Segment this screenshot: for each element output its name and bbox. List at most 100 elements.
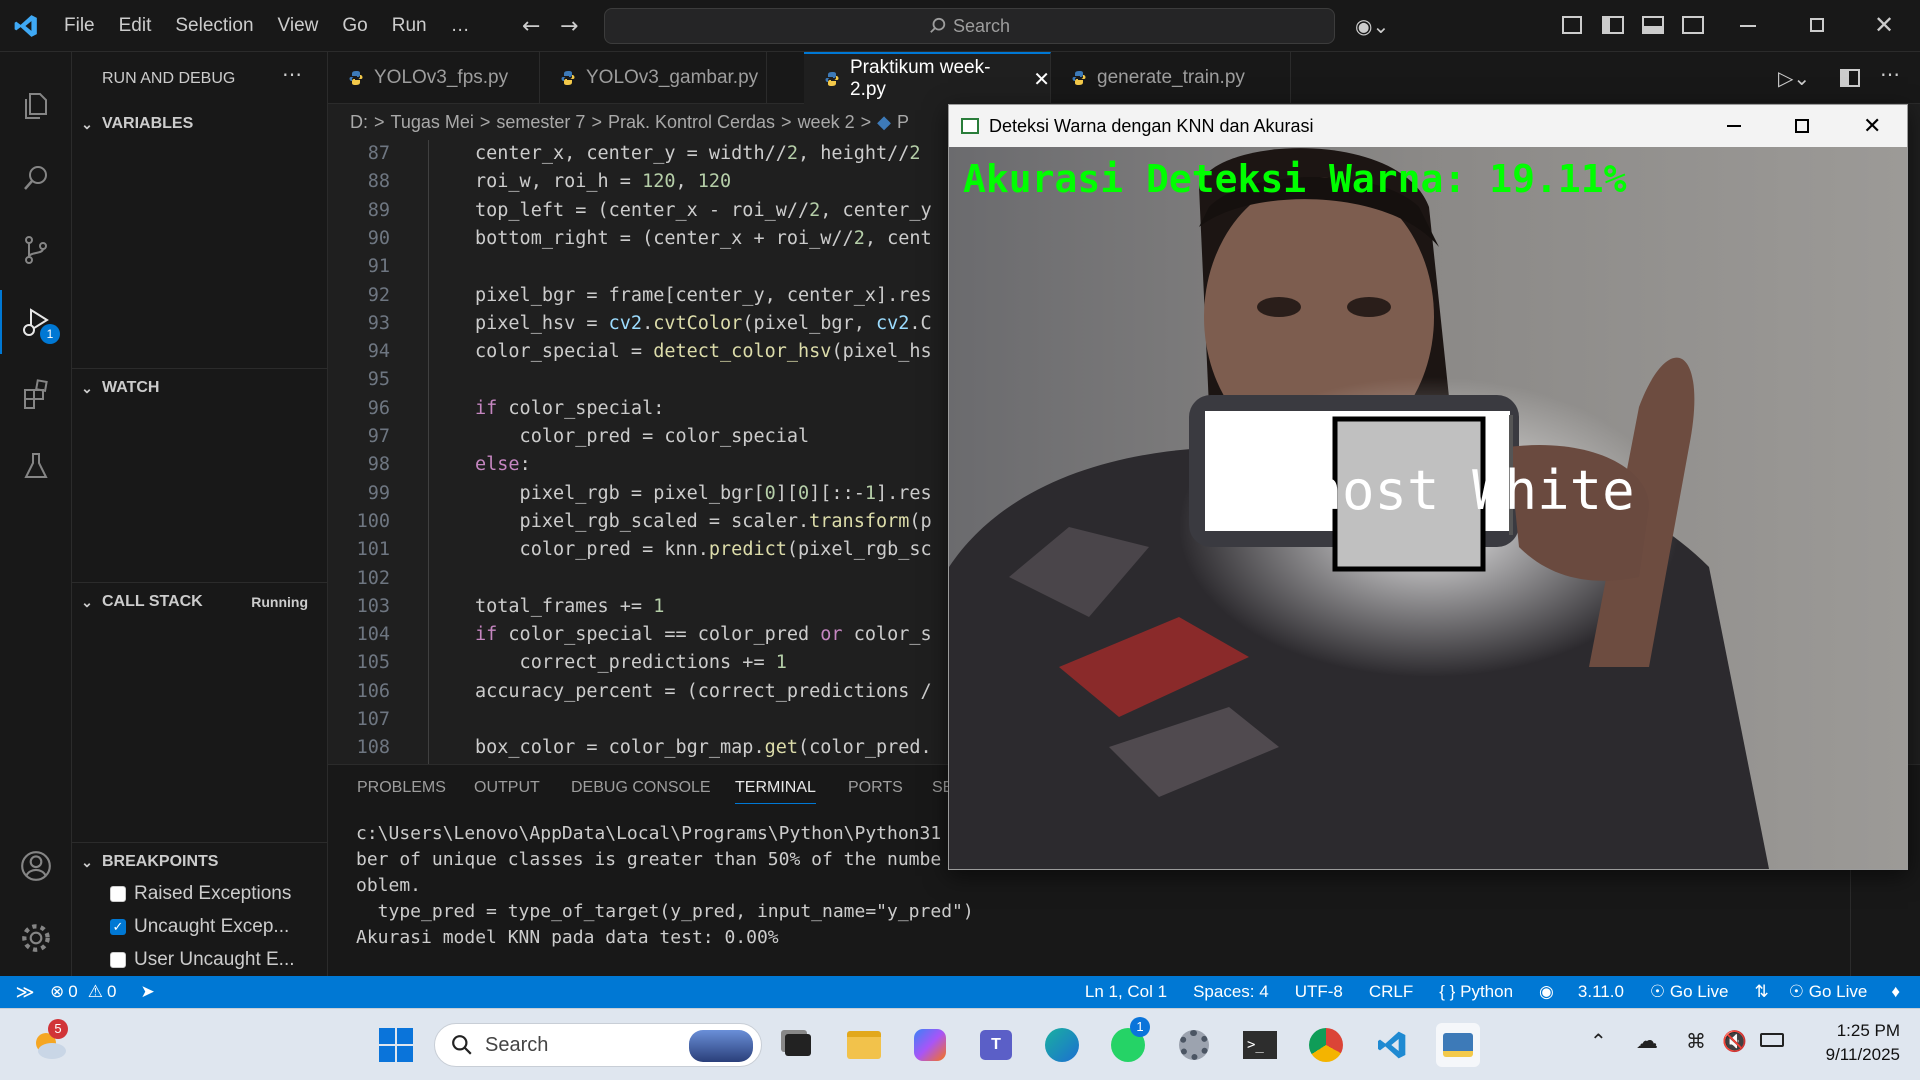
breakpoint-item[interactable]: User Uncaught E... [110, 944, 295, 976]
menu-selection[interactable]: Selection [163, 15, 265, 37]
wifi-icon[interactable]: ⌘ [1686, 1029, 1706, 1053]
tab-praktikum-week-2[interactable]: Praktikum week-2.py ✕ [804, 52, 1051, 104]
debug-status-icon[interactable]: ➤ [140, 982, 154, 1002]
settings-gear-icon[interactable] [0, 906, 72, 970]
menu-edit[interactable]: Edit [107, 15, 164, 37]
indentation[interactable]: Spaces: 4 [1193, 982, 1269, 1002]
code-text: roi_w, roi_h = 120, 120 [475, 171, 732, 193]
toggle-secondary-sidebar-icon[interactable] [1682, 16, 1704, 34]
tab-yolov3-fps[interactable]: YOLOv3_fps.py [328, 52, 540, 104]
testing-flask-icon[interactable] [0, 434, 72, 498]
breadcrumb-item[interactable]: P [897, 112, 909, 133]
maximize-window-icon[interactable] [1795, 119, 1809, 133]
restore-window-icon[interactable] [1810, 18, 1824, 32]
close-tab-icon[interactable]: ✕ [1033, 67, 1050, 92]
breakpoint-item[interactable]: Raised Exceptions [110, 878, 291, 910]
minimize-window-icon[interactable] [1727, 125, 1741, 127]
tab-generate-train[interactable]: generate_train.py [1051, 52, 1291, 104]
call-stack-section-header[interactable]: ⌄ CALL STACK Running [72, 586, 328, 618]
remote-indicator-icon[interactable]: ≫ [0, 982, 50, 1003]
breadcrumb-item[interactable]: week 2 [798, 112, 855, 133]
taskbar-search[interactable]: Search [434, 1023, 762, 1067]
breadcrumb-item[interactable]: Prak. Kontrol Cerdas [608, 112, 775, 133]
sidebar-more-icon[interactable]: ⋯ [282, 62, 302, 87]
go-live-button-2[interactable]: ☉ Go Live [1789, 982, 1868, 1002]
battery-icon[interactable] [1760, 1033, 1784, 1047]
chrome-browser-icon[interactable] [1304, 1023, 1348, 1067]
problems-indicator[interactable]: ⊗ 0 ⚠ 0 [50, 982, 116, 1002]
weather-widget-icon[interactable]: 5 [28, 1019, 72, 1067]
forward-arrow-icon[interactable]: → [560, 14, 578, 39]
panel-tab-terminal[interactable]: TERMINAL [735, 779, 816, 804]
line-ending[interactable]: CRLF [1369, 982, 1413, 1002]
close-window-icon[interactable]: ✕ [1874, 11, 1894, 39]
minimize-window-icon[interactable] [1740, 25, 1756, 27]
encoding[interactable]: UTF-8 [1295, 982, 1343, 1002]
command-search-box[interactable]: Search [604, 8, 1335, 44]
task-view-icon[interactable] [776, 1023, 820, 1067]
back-arrow-icon[interactable]: ← [522, 14, 540, 39]
code-line: 91 [328, 253, 948, 281]
variables-section-header[interactable]: ⌄ VARIABLES [72, 108, 328, 140]
menu-run[interactable]: Run [380, 15, 439, 37]
toggle-sidebar-icon[interactable] [1602, 16, 1624, 34]
tab-yolov3-gambar[interactable]: YOLOv3_gambar.py [540, 52, 767, 104]
split-editor-icon[interactable] [1840, 69, 1860, 87]
show-hidden-icons[interactable]: ⌃ [1590, 1029, 1607, 1053]
breadcrumb-item[interactable]: Tugas Mei [391, 112, 474, 133]
extensions-icon[interactable] [0, 362, 72, 426]
search-icon[interactable] [0, 146, 72, 210]
panel-tab-debug-console[interactable]: DEBUG CONSOLE [571, 779, 711, 797]
python-version[interactable]: 3.11.0 [1578, 982, 1624, 1002]
breadcrumb-item[interactable]: D: [350, 112, 368, 133]
panel-tab-problems[interactable]: PROBLEMS [357, 779, 446, 797]
source-control-icon[interactable] [0, 218, 72, 282]
code-editor[interactable]: 87 center_x, center_y = width//2, height/… [328, 140, 948, 764]
menu-go[interactable]: Go [330, 15, 379, 37]
explorer-icon[interactable] [0, 74, 72, 138]
code-line: 105 correct_predictions += 1 [328, 649, 948, 677]
checkbox-unchecked[interactable] [110, 952, 126, 968]
accounts-icon[interactable] [0, 834, 72, 898]
windows-start-icon[interactable] [374, 1023, 418, 1067]
file-explorer-icon[interactable] [842, 1023, 886, 1067]
vscode-app-icon[interactable] [1370, 1023, 1414, 1067]
close-window-icon[interactable]: ✕ [1863, 113, 1881, 139]
breakpoints-section-header[interactable]: ⌄ BREAKPOINTS [72, 846, 328, 878]
edge-browser-icon[interactable] [1040, 1023, 1084, 1067]
panel-tab-output[interactable]: OUTPUT [474, 779, 540, 797]
toggle-panel-icon[interactable] [1642, 16, 1664, 34]
error-icon: ⊗ [50, 982, 65, 1001]
volume-muted-icon[interactable]: 🔇 [1722, 1029, 1747, 1053]
cursor-position[interactable]: Ln 1, Col 1 [1085, 982, 1167, 1002]
terminal-app-icon[interactable]: >_ [1238, 1023, 1282, 1067]
run-file-icon[interactable]: ▷⌄ [1778, 66, 1810, 91]
checkbox-checked[interactable]: ✓ [110, 919, 126, 935]
breadcrumb-item[interactable]: semester 7 [496, 112, 585, 133]
opencv-window[interactable]: Deteksi Warna dengan KNN dan Akurasi ✕ G… [948, 104, 1908, 870]
menu-file[interactable]: File [52, 15, 107, 37]
python-app-icon[interactable] [1436, 1023, 1480, 1067]
code-text: color_special = detect_color_hsv(pixel_h… [475, 341, 932, 363]
notifications-bell-icon[interactable]: ♦ [1891, 982, 1900, 1002]
settings-gear-icon[interactable] [1172, 1023, 1216, 1067]
breakpoint-item[interactable]: ✓ Uncaught Excep... [110, 911, 289, 943]
editor-more-icon[interactable]: ⋯ [1880, 62, 1900, 87]
cloud-offline-icon[interactable]: ☁ [1636, 1029, 1658, 1054]
clock[interactable]: 1:25 PM 9/11/2025 [1796, 1019, 1900, 1067]
copilot-icon[interactable]: ◉⌄ [1355, 14, 1389, 38]
go-live-button[interactable]: ☉ Go Live [1650, 982, 1729, 1002]
whatsapp-icon[interactable]: 1 [1106, 1017, 1150, 1067]
language-mode[interactable]: { } Python [1439, 982, 1513, 1002]
run-debug-icon[interactable]: 1 [0, 290, 72, 354]
panel-tab-ports[interactable]: PORTS [848, 779, 903, 797]
checkbox-unchecked[interactable] [110, 886, 126, 902]
copilot-app-icon[interactable] [908, 1023, 952, 1067]
watch-section-header[interactable]: ⌄ WATCH [72, 372, 328, 404]
teams-icon[interactable]: T [974, 1023, 1018, 1067]
copilot-icon[interactable]: ◉ [1539, 982, 1554, 1002]
layout-customize-icon[interactable] [1562, 16, 1582, 34]
sync-icon[interactable]: ⇅ [1754, 982, 1768, 1002]
menu-view[interactable]: View [266, 15, 331, 37]
menu-more[interactable]: … [439, 15, 482, 37]
